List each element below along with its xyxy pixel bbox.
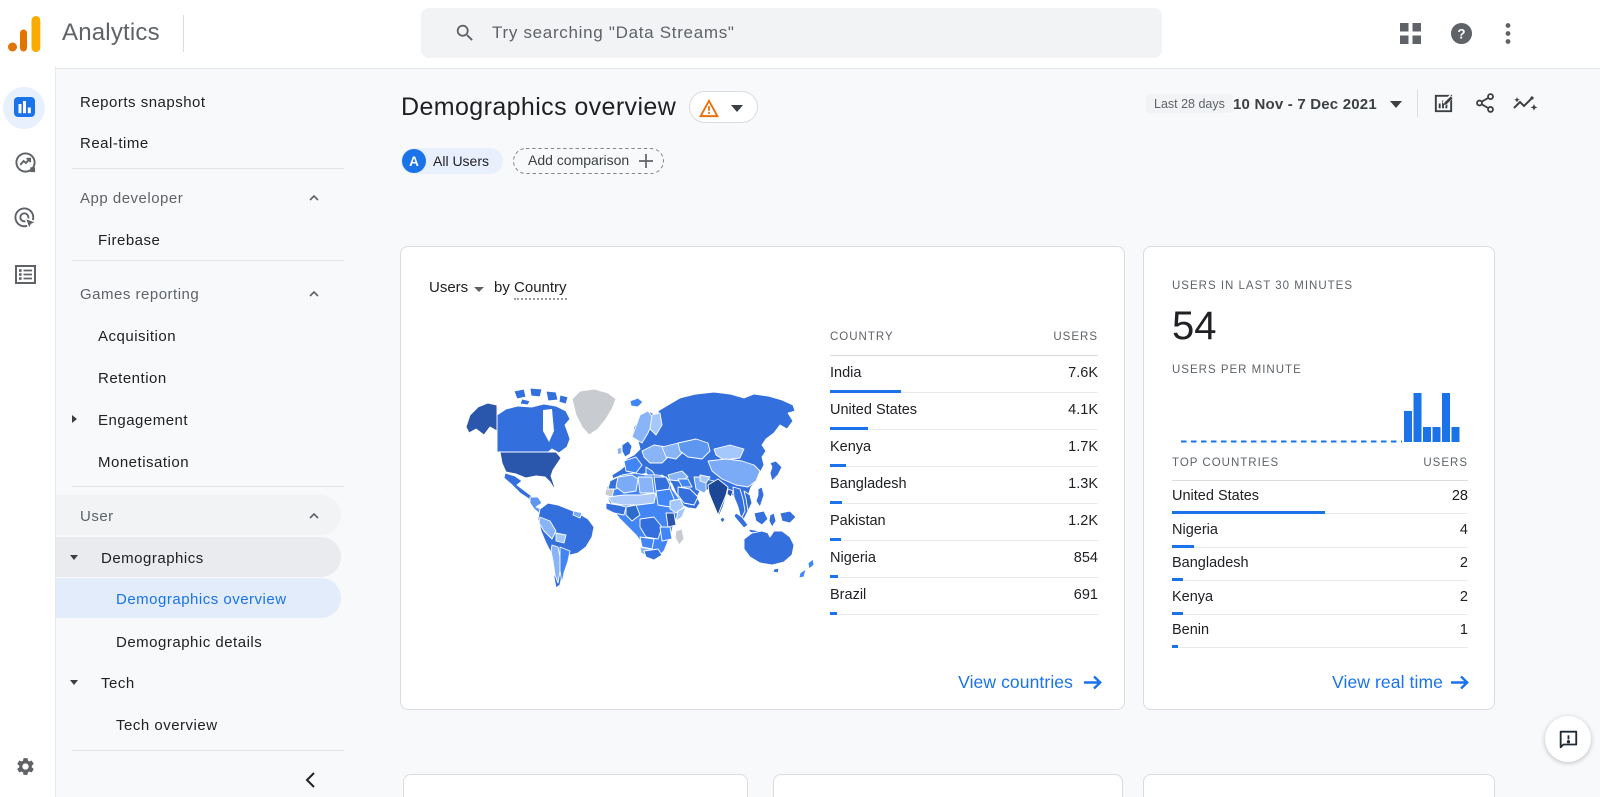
svg-text:A: A — [409, 154, 419, 169]
svg-text:?: ? — [1457, 26, 1465, 41]
